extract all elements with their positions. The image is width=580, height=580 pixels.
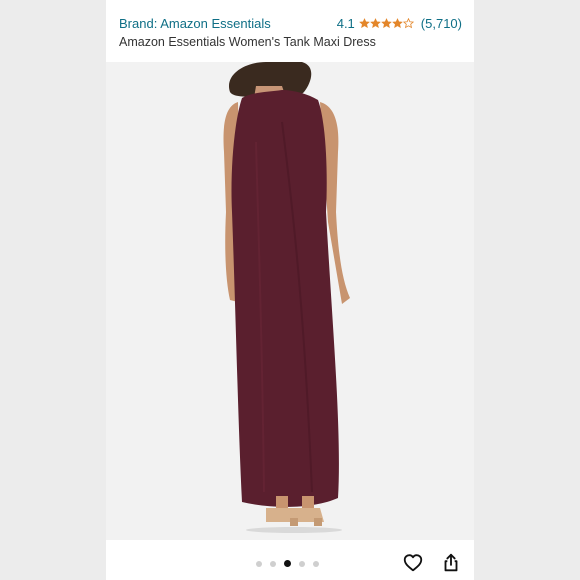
carousel-dot[interactable]	[299, 560, 305, 567]
rating-value: 4.1	[336, 16, 355, 31]
carousel-dot-active[interactable]	[284, 560, 291, 567]
star-rating	[358, 18, 414, 29]
dress-model-illustration	[223, 62, 350, 533]
brand-link[interactable]: Brand: Amazon Essentials	[119, 16, 271, 31]
rating-summary[interactable]: 4.1 (5,710)	[337, 16, 462, 31]
star-icon	[380, 18, 392, 28]
star-icon	[358, 18, 370, 28]
carousel-dot[interactable]	[313, 560, 319, 567]
product-footer	[106, 540, 474, 580]
product-card: Brand: Amazon Essentials 4.1 (5,710) Ama…	[106, 0, 474, 580]
carousel-dot[interactable]	[256, 560, 262, 567]
star-outline-icon	[402, 18, 414, 29]
star-icon	[369, 18, 381, 28]
share-button[interactable]	[440, 552, 462, 574]
product-header: Brand: Amazon Essentials 4.1 (5,710) Ama…	[106, 0, 474, 62]
product-image[interactable]	[106, 62, 474, 540]
heart-icon	[403, 554, 423, 572]
star-icon	[391, 18, 403, 28]
carousel-indicators	[256, 560, 319, 567]
share-icon	[444, 553, 458, 572]
product-title: Amazon Essentials Women's Tank Maxi Dres…	[119, 35, 376, 49]
carousel-dot[interactable]	[270, 560, 276, 567]
favorite-button[interactable]	[402, 552, 424, 574]
rating-count: (5,710)	[420, 16, 462, 31]
